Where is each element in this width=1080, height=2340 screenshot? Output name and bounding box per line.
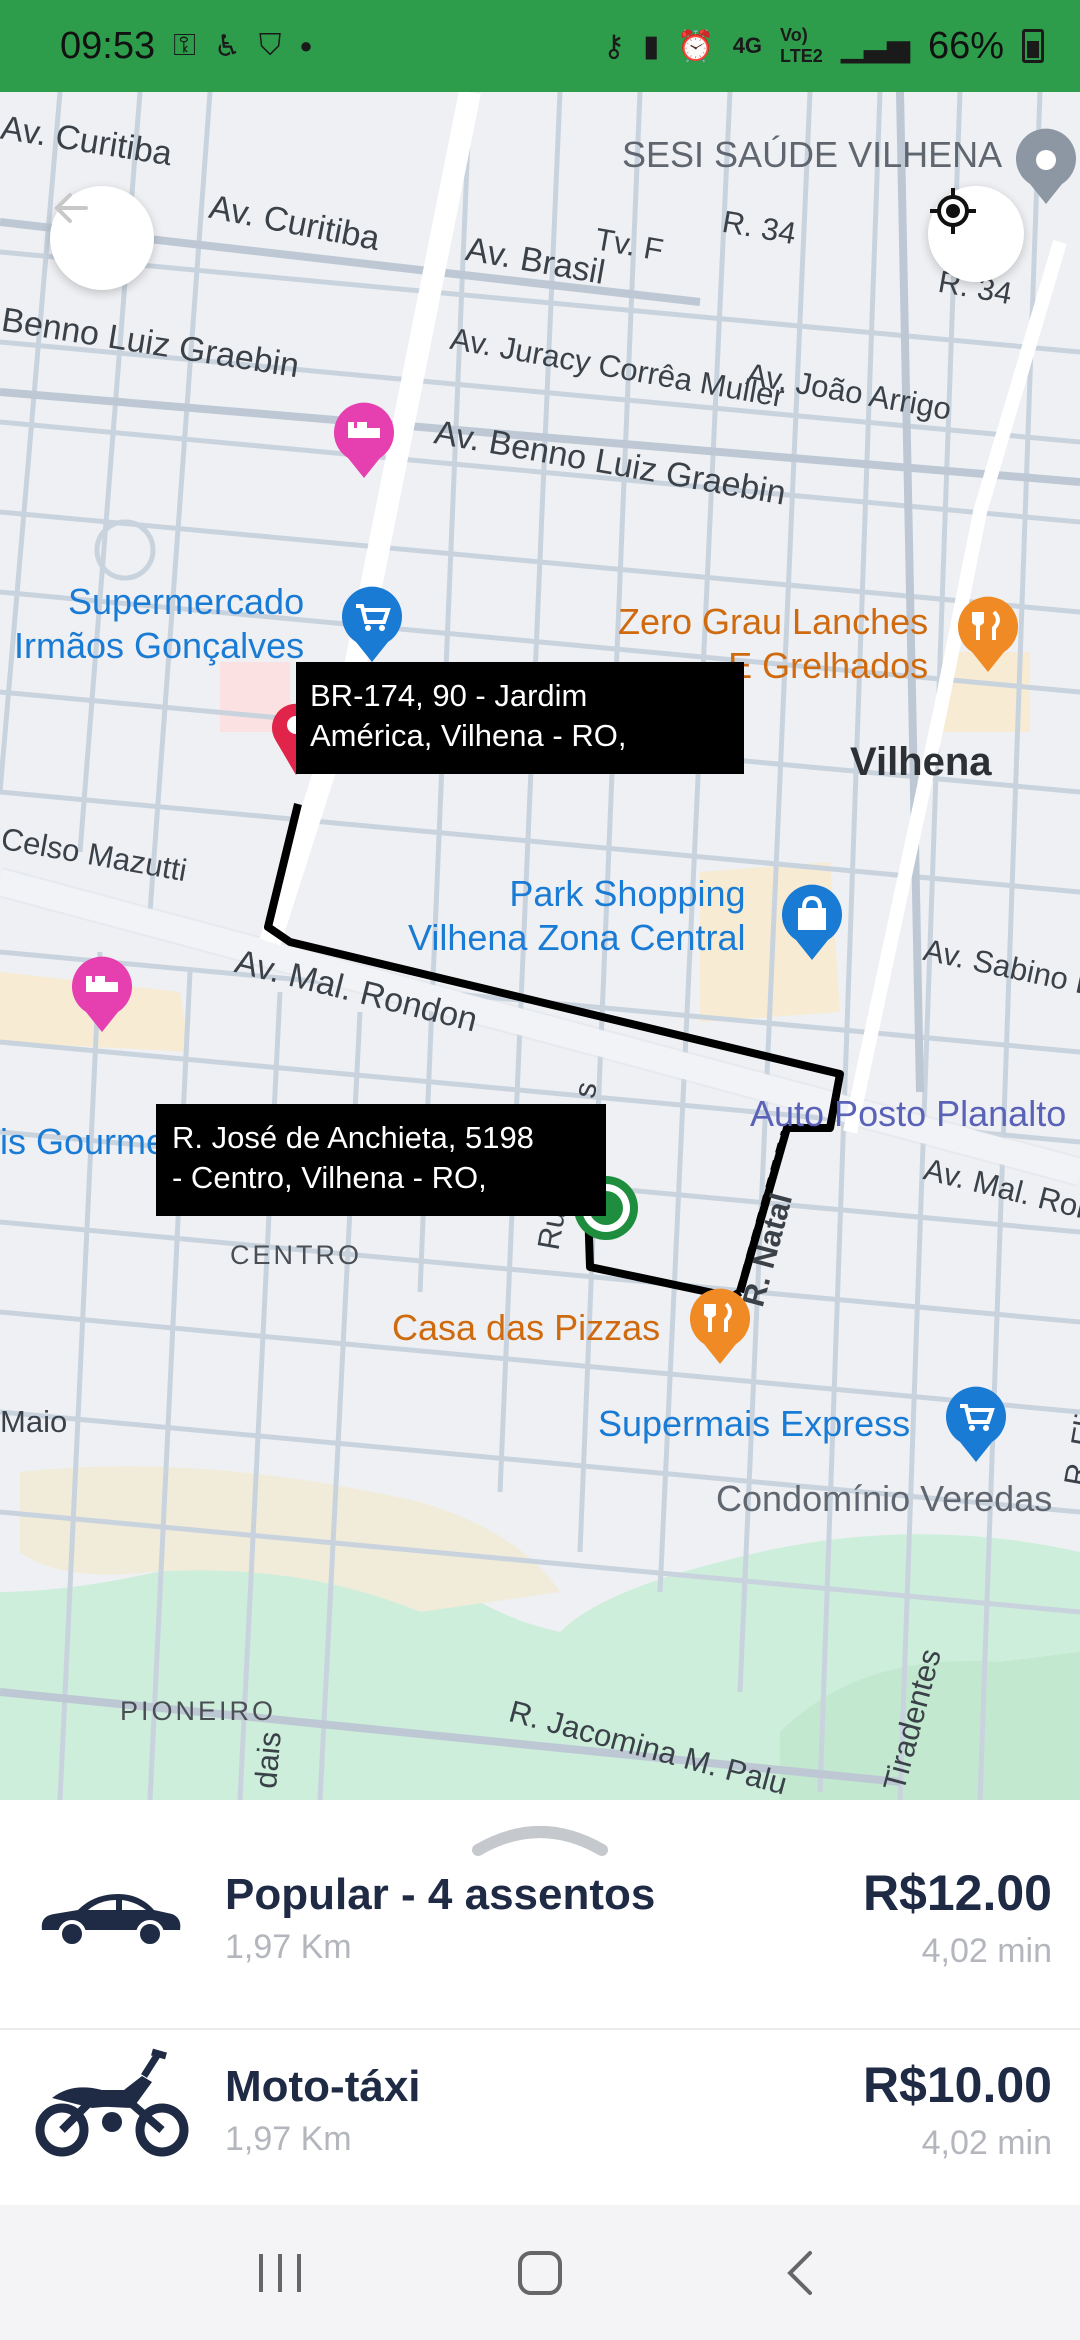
ride-option-title: Popular - 4 assentos xyxy=(225,1870,656,1919)
vpn-key-icon: ⚷ xyxy=(602,29,625,63)
status-right: ⚷ ▮ ⏰ 4G Vo) LTE2 ▁▃▅ 66% xyxy=(603,25,1044,68)
status-bar: 09:53 ⚿ ♿ ⛉ ● ⚷ ▮ ⏰ 4G Vo) LTE2 ▁▃▅ 66% xyxy=(0,0,1080,92)
back-icon xyxy=(787,2250,812,2295)
poi-supermais-label[interactable]: Supermais Express xyxy=(598,1402,910,1446)
poi-supermercado-label[interactable]: Supermercado Irmãos Gonçalves xyxy=(14,580,304,668)
accessibility-icon: ♿ xyxy=(213,29,241,63)
ride-option-time: 4,02 min xyxy=(921,1932,1052,1970)
shield-icon: ⛉ xyxy=(258,29,282,62)
destination-address-label: BR-174, 90 - Jardim América, Vilhena - R… xyxy=(296,662,744,774)
poi-pizzas-label[interactable]: Casa das Pizzas xyxy=(392,1306,660,1350)
hotel-marker-icon[interactable] xyxy=(330,400,398,480)
district-label: PIONEIRO xyxy=(120,1696,277,1726)
ride-option-moto-taxi[interactable]: Moto-táxi 1,97 Km R$10.00 4,02 min xyxy=(0,2032,1080,2205)
back-button[interactable] xyxy=(50,186,154,290)
status-time: 09:53 xyxy=(60,24,156,67)
origin-address-label: R. José de Anchieta, 5198 - Centro, Vilh… xyxy=(156,1104,606,1216)
poi-gourmet-label[interactable]: is Gourme xyxy=(0,1120,166,1164)
ride-option-distance: 1,97 Km xyxy=(225,2120,352,2158)
dot-icon: ● xyxy=(299,33,313,58)
shopping-cart-marker-icon[interactable] xyxy=(942,1384,1010,1464)
car-icon xyxy=(41,1894,181,1948)
district-label: CENTRO xyxy=(230,1240,362,1270)
poi-posto-label[interactable]: Auto Posto Planalto xyxy=(750,1092,1066,1136)
shopping-bag-marker-icon[interactable] xyxy=(778,882,846,962)
nav-back-button[interactable] xyxy=(745,2233,855,2313)
recents-icon xyxy=(259,2253,301,2292)
road-label: dais xyxy=(248,1730,288,1790)
crosshair-location-icon xyxy=(930,188,976,234)
alarm-icon: ⏰ xyxy=(677,29,715,63)
status-left: 09:53 ⚿ ♿ ⛉ ● xyxy=(60,25,313,68)
my-location-button[interactable] xyxy=(928,186,1024,282)
ride-option-title: Moto-táxi xyxy=(225,2062,421,2111)
ride-option-price: R$10.00 xyxy=(862,2057,1052,2113)
volte-signal-icon: Vo) LTE2 xyxy=(780,25,823,66)
home-icon xyxy=(518,2250,562,2295)
place-marker-icon[interactable] xyxy=(1012,126,1080,206)
signal-4g-icon: 4G xyxy=(732,33,763,58)
system-nav-bar xyxy=(0,2205,1080,2340)
city-label: Vilhena xyxy=(850,740,992,784)
ride-option-time: 4,02 min xyxy=(921,2124,1052,2162)
home-button[interactable] xyxy=(485,2233,595,2313)
poi-condominio-label[interactable]: Condomínio Veredas xyxy=(716,1478,1052,1520)
signal-icon: ▁▃▅ xyxy=(840,29,910,63)
battery-icon xyxy=(1022,29,1044,63)
ride-option-price: R$12.00 xyxy=(862,1865,1052,1921)
recents-button[interactable] xyxy=(225,2233,335,2313)
map-view[interactable]: SESI SAÚDE VILHENA Av. Curitiba Av. Curi… xyxy=(0,92,1080,1800)
ride-option-distance: 1,97 Km xyxy=(225,1928,352,1966)
arrow-left-icon xyxy=(54,193,88,223)
road-label: Maio xyxy=(0,1404,68,1439)
ride-options-sheet[interactable]: Popular - 4 assentos 1,97 Km R$12.00 4,0… xyxy=(0,1800,1080,2205)
poi-park-shopping-label[interactable]: Park Shopping Vilhena Zona Central xyxy=(408,872,746,960)
battery-level: 66% xyxy=(927,24,1004,67)
ride-option-popular[interactable]: Popular - 4 assentos 1,97 Km R$12.00 4,0… xyxy=(0,1840,1080,2030)
shopping-cart-marker-icon[interactable] xyxy=(338,584,406,664)
battery-saver-icon: ▮ xyxy=(642,29,660,63)
hotel-marker-icon[interactable] xyxy=(68,954,136,1034)
restaurant-marker-icon[interactable] xyxy=(686,1286,754,1366)
key-lock-icon: ⚿ xyxy=(173,29,196,62)
motorcycle-icon xyxy=(35,2048,189,2157)
restaurant-marker-icon[interactable] xyxy=(954,594,1022,674)
poi-sesi-label[interactable]: SESI SAÚDE VILHENA xyxy=(622,134,1002,176)
